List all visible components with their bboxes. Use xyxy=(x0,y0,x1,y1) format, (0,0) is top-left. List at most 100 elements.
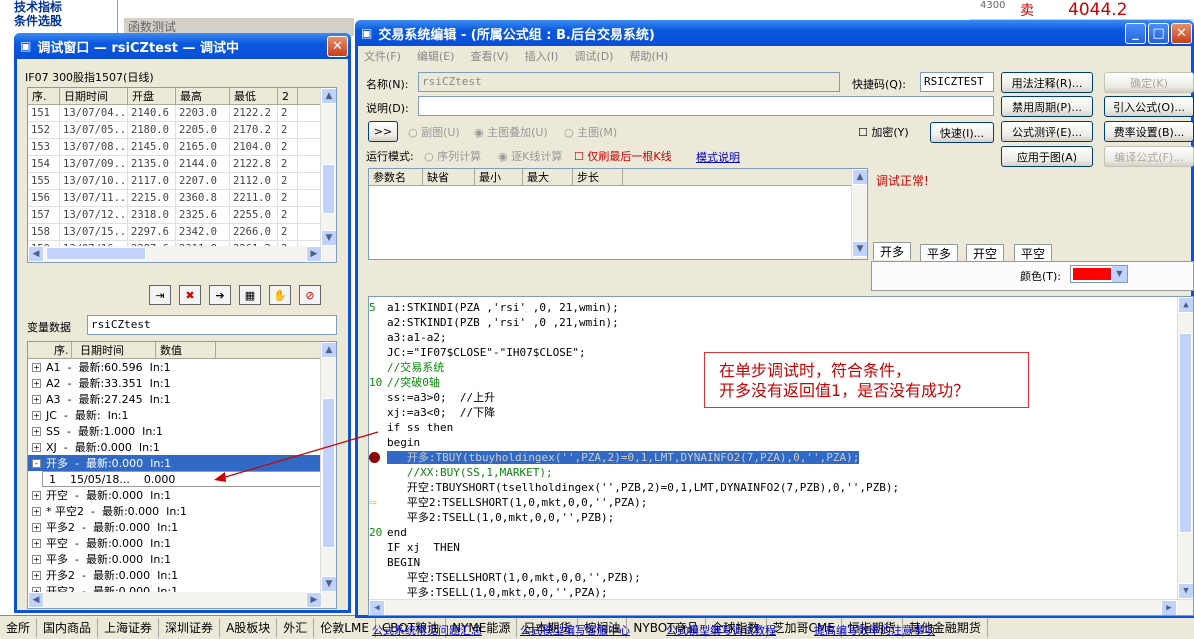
variable-formula-field[interactable]: rsiCZtest xyxy=(87,315,337,335)
market-tab[interactable]: 金所 xyxy=(0,617,38,638)
expand-icon[interactable]: + xyxy=(32,538,41,548)
price-row[interactable]: 155 13/07/10... 2117.0 2207.0 2112.0 2 xyxy=(28,173,336,190)
radio-series-calc[interactable]: ○ 序列计算 xyxy=(424,148,481,164)
expand-icon[interactable]: + xyxy=(32,426,41,436)
price-row[interactable]: 151 13/07/04... 2140.6 2203.0 2122.2 2 xyxy=(28,105,336,122)
radio-subchart[interactable]: ○ 副图(U) xyxy=(408,124,460,140)
code-line[interactable]: a3:a1-a2; xyxy=(369,330,1193,345)
code-line[interactable]: 平多:TSELL(1,0,mkt,0,0,'',PZA); xyxy=(369,585,1193,600)
expand-icon[interactable]: + xyxy=(32,410,41,420)
variable-row[interactable]: + 开空 - 最新:0.000 In:1 xyxy=(28,487,336,503)
menu-file[interactable]: 文件(F) xyxy=(364,48,401,64)
code-line[interactable]: IF xj THEN xyxy=(369,540,1193,555)
stop-icon[interactable]: ✖ xyxy=(179,285,201,305)
code-line[interactable]: 开空:TBUYSHORT(tsellholdingex('',PZB,2)=0,… xyxy=(369,480,1193,495)
variable-row[interactable]: - 开多 - 最新:0.000 In:1 xyxy=(28,455,336,471)
code-line[interactable]: 20 end xyxy=(369,525,1193,540)
code-line[interactable]: //XX:BUY(SS,1,MARKET); xyxy=(369,465,1193,480)
menu-debug[interactable]: 调试(D) xyxy=(574,48,613,64)
code-line[interactable]: a2:STKINDI(PZB ,'rsi' ,0 ,21,wmin); xyxy=(369,315,1193,330)
scroll-thumb[interactable] xyxy=(1179,333,1192,533)
menu-edit[interactable]: 编辑(E) xyxy=(417,48,455,64)
code-line[interactable]: 开多:TBUY(tbuyholdingex('',PZA,2)=0,1,LMT,… xyxy=(369,450,1193,465)
price-row[interactable]: 158 13/07/15... 2297.6 2342.0 2266.0 2 xyxy=(28,224,336,241)
price-vscrollbar[interactable]: ▲ ▼ xyxy=(320,88,336,246)
quick-button[interactable]: 快速(I)... xyxy=(930,122,994,143)
code-line[interactable]: 5 a1:STKINDI(PZA ,'rsi' ,0, 21,wmin); xyxy=(369,300,1193,315)
price-hscrollbar[interactable]: ◀ ▶ xyxy=(28,246,336,262)
code-line[interactable]: 平多2:TSELL(1,0,mkt,0,0,'',PZB); xyxy=(369,510,1193,525)
variable-row[interactable]: + A3 - 最新:27.245 In:1 xyxy=(28,391,336,407)
apply-to-chart-button[interactable]: 应用于图(A) xyxy=(1001,146,1093,167)
expand-icon[interactable]: + xyxy=(32,570,41,580)
variable-row[interactable]: + SS - 最新:1.000 In:1 xyxy=(28,423,336,439)
radio-bar-calc[interactable]: ◉ 逐K线计算 xyxy=(498,148,562,164)
variable-row[interactable]: + 平空 - 最新:0.000 In:1 xyxy=(28,535,336,551)
name-field[interactable]: rsiCZtest xyxy=(418,72,840,92)
shortcut-field[interactable]: RSICZTEST xyxy=(920,72,994,92)
variable-hscrollbar[interactable]: ◀ ▶ xyxy=(28,592,336,608)
expand-icon[interactable]: + xyxy=(32,506,41,516)
code-line[interactable]: if ss then xyxy=(369,420,1193,435)
watch-icon[interactable]: ▦ xyxy=(239,285,261,305)
pause-icon[interactable]: ⊘ xyxy=(299,285,321,305)
hand-icon[interactable]: ✋ xyxy=(269,285,291,305)
code-line[interactable]: BEGIN xyxy=(369,555,1193,570)
radio-main-chart[interactable]: ○ 主图(M) xyxy=(564,124,617,140)
code-editor[interactable]: 5 a1:STKINDI(PZA ,'rsi' ,0, 21,wmin); a2:S… xyxy=(368,296,1194,616)
code-hscrollbar[interactable]: ◀ ▶ xyxy=(369,599,1193,615)
code-vscrollbar[interactable]: ▲ ▼ xyxy=(1177,297,1193,599)
collapse-icon[interactable]: - xyxy=(32,458,41,468)
color-picker[interactable]: ▼ xyxy=(1070,265,1128,283)
chevron-down-icon[interactable]: ▼ xyxy=(1112,266,1127,282)
market-tab[interactable]: 外汇 xyxy=(277,617,315,638)
tab-close-short[interactable]: 平空 xyxy=(1014,244,1053,262)
variable-row[interactable]: + JC - 最新: In:1 xyxy=(28,407,336,423)
menu-view[interactable]: 查看(V) xyxy=(470,48,508,64)
variable-row[interactable]: + A2 - 最新:33.351 In:1 xyxy=(28,375,336,391)
price-row[interactable]: 154 13/07/09... 2135.0 2144.0 2122.8 2 xyxy=(28,156,336,173)
expand-icon[interactable]: + xyxy=(32,490,41,500)
market-tab[interactable]: A股板块 xyxy=(220,617,278,638)
footer-link-support[interactable]: 公式模型编写客服中心 xyxy=(520,622,630,638)
refresh-last-bar-checkbox[interactable]: ☐ 仅刷最后一根K线 xyxy=(574,148,672,164)
radio-main-overlay[interactable]: ◉ 主图叠加(U) xyxy=(474,124,548,140)
variable-row[interactable]: + A1 - 最新:60.596 In:1 xyxy=(28,359,336,375)
price-row[interactable]: 153 13/07/08... 2145.0 2165.0 2104.0 2 xyxy=(28,139,336,156)
breakpoint-icon[interactable] xyxy=(369,452,380,463)
tab-open-short[interactable]: 开空 xyxy=(966,244,1005,262)
market-tab[interactable]: 深圳证券 xyxy=(159,617,221,638)
expand-icon[interactable]: + xyxy=(32,522,41,532)
tab-close-long[interactable]: 平多 xyxy=(920,244,959,262)
price-row[interactable]: 157 13/07/12... 2318.0 2325.6 2255.0 2 xyxy=(28,207,336,224)
step-icon[interactable]: ⇥ xyxy=(149,285,171,305)
disable-period-button[interactable]: 禁用周期(P)... xyxy=(1001,96,1093,117)
compile-formula-button[interactable]: 编译公式(F)... xyxy=(1104,146,1194,167)
debug-close-button[interactable]: ✕ xyxy=(327,35,348,57)
usage-notes-button[interactable]: 用法注释(R)... xyxy=(1001,72,1093,93)
expand-button[interactable]: >> xyxy=(368,121,398,142)
market-tab[interactable]: 国内商品 xyxy=(37,617,99,638)
mode-help-link[interactable]: 模式说明 xyxy=(696,149,740,165)
expand-icon[interactable]: + xyxy=(32,378,41,388)
fee-settings-button[interactable]: 费率设置(B)... xyxy=(1104,121,1194,142)
parameter-scrollbar[interactable]: ▲ ▼ xyxy=(851,169,867,259)
code-line[interactable]: 平空:TSELLSHORT(1,0,mkt,0,0,'',PZB); xyxy=(369,570,1193,585)
variable-row[interactable]: 1 15/05/18... 0.000 xyxy=(42,471,322,487)
menu-insert[interactable]: 插入(I) xyxy=(525,48,559,64)
maximize-button[interactable]: □ xyxy=(1148,22,1169,44)
tree-item[interactable]: 条件选股 xyxy=(0,14,117,28)
variable-row[interactable]: + * 平空2 - 最新:0.000 In:1 xyxy=(28,503,336,519)
variable-row[interactable]: + 开多2 - 最新:0.000 In:1 xyxy=(28,567,336,583)
tab-open-long[interactable]: 开多 xyxy=(873,242,912,260)
variable-row[interactable]: + XJ - 最新:0.000 In:1 xyxy=(28,439,336,455)
price-row[interactable]: 152 13/07/05... 2180.0 2205.0 2170.2 2 xyxy=(28,122,336,139)
tree-item[interactable]: 技术指标 xyxy=(0,0,117,14)
market-tab[interactable]: 上海证券 xyxy=(98,617,160,638)
variable-row[interactable]: + 平多 - 最新:0.000 In:1 xyxy=(28,551,336,567)
run-icon[interactable]: ➔ xyxy=(209,285,231,305)
variable-row[interactable]: + 平多2 - 最新:0.000 In:1 xyxy=(28,519,336,535)
market-tab[interactable]: 伦敦LME xyxy=(314,617,376,638)
debug-titlebar[interactable]: ▣ 调试窗口 — rsiCZtest — 调试中 ✕ xyxy=(14,33,351,59)
footer-link-tutorial[interactable]: 公式模型编写调试教程 xyxy=(666,622,776,638)
